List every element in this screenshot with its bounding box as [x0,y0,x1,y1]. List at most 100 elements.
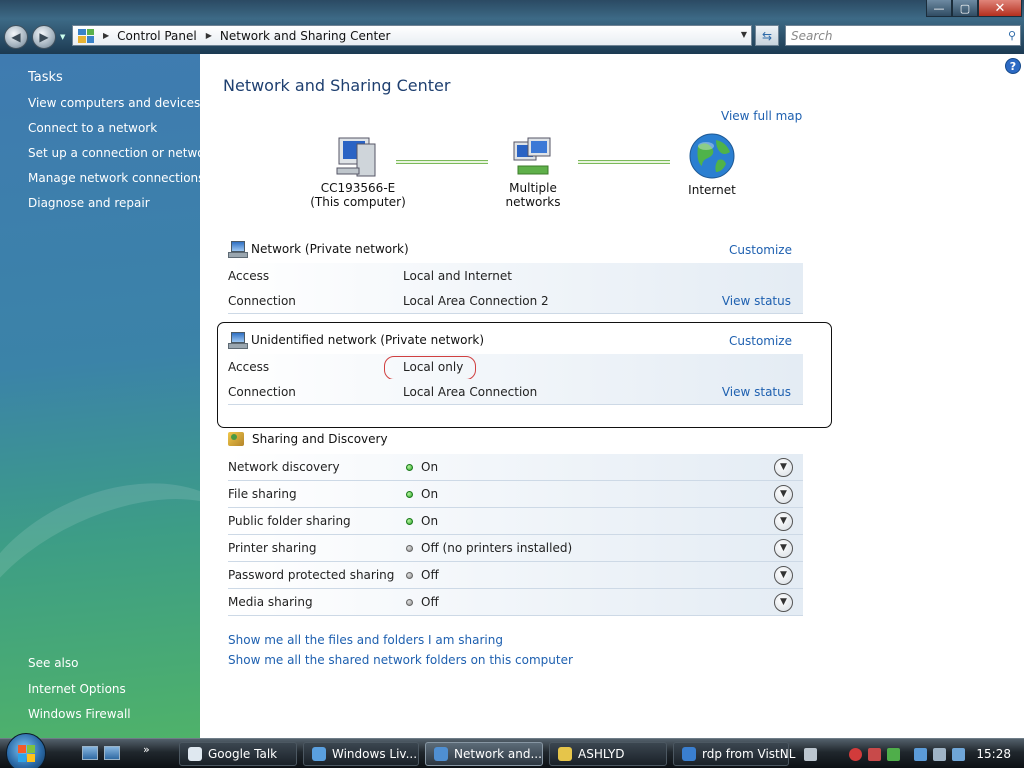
tasks-heading: Tasks [28,70,63,85]
status-off-icon [406,572,413,579]
help-button[interactable]: ? [1005,58,1021,74]
sidebar-link-internet-options[interactable]: Internet Options [28,682,126,696]
quick-launch-more-icon[interactable]: » [143,743,150,756]
show-desktop-icon[interactable] [82,746,98,760]
sidebar-link-setup-connection[interactable]: Set up a connection or network [28,146,216,160]
sidebar-link-windows-firewall[interactable]: Windows Firewall [28,707,131,721]
sharing-status: Off (no printers installed) [406,541,572,555]
security-alert-icon[interactable] [849,747,863,761]
sharing-value: On [421,487,439,501]
network-1-customize-link[interactable]: Customize [729,243,792,257]
sharing-label: Media sharing [228,595,313,609]
map-node-this-computer[interactable]: CC193566-E (This computer) [308,136,408,209]
expand-chevron-icon[interactable]: ▼ [774,538,793,558]
show-shared-files-link[interactable]: Show me all the files and folders I am s… [228,633,503,647]
messenger-icon[interactable] [887,747,901,761]
forward-button[interactable]: ▶ [32,25,56,49]
expand-chevron-icon[interactable]: ▼ [774,592,793,612]
expand-chevron-icon[interactable]: ▼ [774,457,793,477]
sidebar-link-connect-network[interactable]: Connect to a network [28,121,157,135]
taskbar-button-google-talk[interactable]: Google Talk [179,742,297,766]
search-icon[interactable]: ⚲ [1008,29,1016,42]
sharing-row-media-sharing[interactable]: Media sharing Off ▼ [228,589,803,616]
back-button[interactable]: ◀ [4,25,28,49]
address-dropdown-icon[interactable]: ▼ [741,30,747,39]
sharing-status: On [406,460,438,474]
multiple-networks-icon [513,137,551,175]
start-button[interactable] [6,733,46,768]
taskbar-button-label: Network and... [454,747,542,761]
show-shared-folders-link[interactable]: Show me all the shared network folders o… [228,653,573,667]
network-2-view-status-link[interactable]: View status [722,385,791,399]
network-icon [228,241,248,258]
taskbar-button-windows-live[interactable]: Windows Liv... [303,742,419,766]
breadcrumb-network-sharing-center[interactable]: Network and Sharing Center [220,29,391,43]
sharing-row-file-sharing[interactable]: File sharing On ▼ [228,481,803,508]
switch-windows-icon[interactable] [104,746,120,760]
sidebar-link-diagnose-repair[interactable]: Diagnose and repair [28,196,150,210]
window-controls: — ▢ ✕ [926,0,1022,17]
language-indicator[interactable]: NL [780,747,796,761]
main-content: ? Network and Sharing Center View full m… [200,54,1024,738]
sidebar-link-view-computers[interactable]: View computers and devices [28,96,200,110]
network-2-access-row: Access Local only [228,354,803,380]
help-icon: ? [1009,59,1017,73]
window-chrome: — ▢ ✕ ◀ ▶ ▼ ▶ Control Panel ▶ Network an… [0,0,1024,54]
sharing-discovery-title: Sharing and Discovery [228,432,388,446]
computer-name: CC193566-E [320,181,396,195]
close-button[interactable]: ✕ [978,0,1022,17]
see-also-heading: See also [28,656,79,670]
sharing-label: Network discovery [228,460,340,474]
map-node-internet[interactable]: Internet [667,132,757,197]
minimize-button[interactable]: — [926,0,952,17]
sharing-row-network-discovery[interactable]: Network discovery On ▼ [228,454,803,481]
search-input[interactable]: Search ⚲ [785,25,1021,46]
sharing-value: Off (no printers installed) [421,541,573,555]
network-1-view-status-link[interactable]: View status [722,294,791,308]
taskbar-button-network-and[interactable]: Network and... [425,742,543,766]
sharing-value: On [421,514,439,528]
taskbar-button-rdp-from-vista[interactable]: rdp from Vist... [673,742,789,766]
map-node-multiple-networks[interactable]: Multiple networks [483,136,583,209]
taskbar-button-ashlyd[interactable]: ASHLYD [549,742,667,766]
status-off-icon [406,545,413,552]
sharing-row-public-folder-sharing[interactable]: Public folder sharing On ▼ [228,508,803,535]
network-1-connection-row: Connection Local Area Connection 2 View … [228,288,803,314]
sharing-row-printer-sharing[interactable]: Printer sharing Off (no printers installe… [228,535,803,562]
expand-chevron-icon[interactable]: ▼ [774,511,793,531]
expand-chevron-icon[interactable]: ▼ [774,484,793,504]
connection-value[interactable]: Local Area Connection [403,385,537,399]
network-tray-icon[interactable] [914,747,928,761]
sharing-row-password-protected-sharing[interactable]: Password protected sharing Off ▼ [228,562,803,589]
network-2-title: Unidentified network (Private network) [228,332,484,349]
sidebar: Tasks View computers and devices Connect… [0,54,289,749]
keyboard-icon[interactable] [804,747,818,761]
sharing-status: On [406,487,438,501]
display-icon[interactable] [952,747,966,761]
expand-chevron-icon[interactable]: ▼ [774,565,793,585]
clock[interactable]: 15:28 [976,747,1011,761]
address-bar[interactable]: ▶ Control Panel ▶ Network and Sharing Ce… [72,25,752,46]
sharing-discovery-heading: Sharing and Discovery [252,432,388,446]
mail-icon[interactable] [868,747,882,761]
app-icon [312,747,326,761]
forward-arrow-icon: ▶ [39,30,49,44]
volume-icon[interactable] [933,747,947,761]
breadcrumb-separator-icon[interactable]: ▶ [206,31,212,40]
network-2-customize-link[interactable]: Customize [729,334,792,348]
internet-label: Internet [688,183,736,197]
maximize-button[interactable]: ▢ [952,0,978,17]
breadcrumb-separator-icon[interactable]: ▶ [103,31,109,40]
view-full-map-link[interactable]: View full map [721,109,802,123]
sidebar-link-manage-connections[interactable]: Manage network connections [28,171,204,185]
refresh-button[interactable]: ⇆ [755,25,779,46]
breadcrumb-control-panel[interactable]: Control Panel [117,29,197,43]
access-label: Access [228,359,270,374]
taskbar-button-label: Google Talk [208,747,278,761]
sharing-icon [228,432,244,446]
recent-pages-dropdown-icon[interactable]: ▼ [60,33,65,41]
app-icon [682,747,696,761]
status-on-icon [406,518,413,525]
connection-value[interactable]: Local Area Connection 2 [403,294,549,308]
connection-label: Connection [228,293,296,308]
